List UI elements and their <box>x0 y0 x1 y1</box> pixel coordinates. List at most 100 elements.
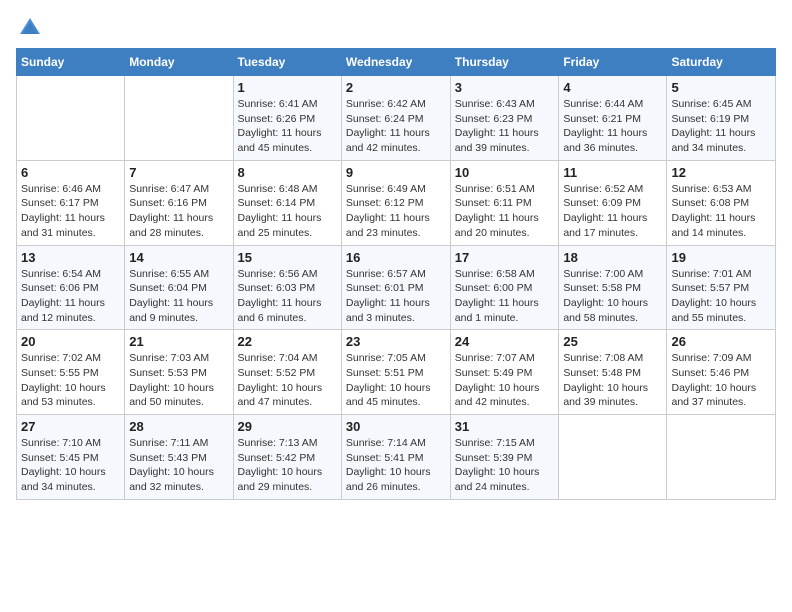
day-info: Sunrise: 6:42 AM Sunset: 6:24 PM Dayligh… <box>346 97 446 156</box>
calendar-cell: 31 Sunrise: 7:15 AM Sunset: 5:39 PM Dayli… <box>450 415 559 500</box>
day-info: Sunrise: 7:11 AM Sunset: 5:43 PM Dayligh… <box>129 436 228 495</box>
day-number: 26 <box>671 334 771 349</box>
day-number: 6 <box>21 165 120 180</box>
day-number: 24 <box>455 334 555 349</box>
day-info: Sunrise: 6:47 AM Sunset: 6:16 PM Dayligh… <box>129 182 228 241</box>
calendar-day-header: Saturday <box>667 49 776 76</box>
day-number: 11 <box>563 165 662 180</box>
day-number: 20 <box>21 334 120 349</box>
day-info: Sunrise: 6:54 AM Sunset: 6:06 PM Dayligh… <box>21 267 120 326</box>
day-info: Sunrise: 7:04 AM Sunset: 5:52 PM Dayligh… <box>238 351 337 410</box>
day-info: Sunrise: 7:05 AM Sunset: 5:51 PM Dayligh… <box>346 351 446 410</box>
calendar-cell <box>559 415 667 500</box>
calendar-cell: 29Sunrise: 7:13 AM Sunset: 5:42 PM Dayli… <box>233 415 341 500</box>
calendar-cell: 16 Sunrise: 6:57 AM Sunset: 6:01 PM Dayli… <box>341 245 450 330</box>
calendar-week-row: 6 Sunrise: 6:46 AM Sunset: 6:17 PM Daylig… <box>17 160 776 245</box>
day-number: 4 <box>563 80 662 95</box>
calendar-day-header: Sunday <box>17 49 125 76</box>
calendar-cell: 17Sunrise: 6:58 AM Sunset: 6:00 PM Dayli… <box>450 245 559 330</box>
calendar-cell: 19 Sunrise: 7:01 AM Sunset: 5:57 PM Dayli… <box>667 245 776 330</box>
day-number: 21 <box>129 334 228 349</box>
day-info: Sunrise: 7:08 AM Sunset: 5:48 PM Dayligh… <box>563 351 662 410</box>
calendar-day-header: Tuesday <box>233 49 341 76</box>
calendar-week-row: 27 Sunrise: 7:10 AM Sunset: 5:45 PM Dayli… <box>17 415 776 500</box>
calendar-cell: 6 Sunrise: 6:46 AM Sunset: 6:17 PM Daylig… <box>17 160 125 245</box>
day-number: 27 <box>21 419 120 434</box>
calendar-cell: 13 Sunrise: 6:54 AM Sunset: 6:06 PM Dayli… <box>17 245 125 330</box>
calendar-day-header: Thursday <box>450 49 559 76</box>
day-number: 1 <box>238 80 337 95</box>
day-info: Sunrise: 7:02 AM Sunset: 5:55 PM Dayligh… <box>21 351 120 410</box>
day-number: 22 <box>238 334 337 349</box>
day-info: Sunrise: 6:57 AM Sunset: 6:01 PM Dayligh… <box>346 267 446 326</box>
calendar-cell: 22 Sunrise: 7:04 AM Sunset: 5:52 PM Dayli… <box>233 330 341 415</box>
calendar-cell: 25 Sunrise: 7:08 AM Sunset: 5:48 PM Dayli… <box>559 330 667 415</box>
day-number: 5 <box>671 80 771 95</box>
day-info: Sunrise: 6:55 AM Sunset: 6:04 PM Dayligh… <box>129 267 228 326</box>
day-number: 7 <box>129 165 228 180</box>
calendar-cell: 14 Sunrise: 6:55 AM Sunset: 6:04 PM Dayli… <box>125 245 233 330</box>
day-number: 9 <box>346 165 446 180</box>
day-info: Sunrise: 6:56 AM Sunset: 6:03 PM Dayligh… <box>238 267 337 326</box>
calendar-cell: 23 Sunrise: 7:05 AM Sunset: 5:51 PM Dayli… <box>341 330 450 415</box>
calendar-day-header: Wednesday <box>341 49 450 76</box>
day-number: 25 <box>563 334 662 349</box>
day-info: Sunrise: 6:49 AM Sunset: 6:12 PM Dayligh… <box>346 182 446 241</box>
day-number: 28 <box>129 419 228 434</box>
calendar-cell: 8 Sunrise: 6:48 AM Sunset: 6:14 PM Daylig… <box>233 160 341 245</box>
day-number: 18 <box>563 250 662 265</box>
day-number: 17 <box>455 250 555 265</box>
day-info: Sunrise: 7:01 AM Sunset: 5:57 PM Dayligh… <box>671 267 771 326</box>
calendar-cell: 4Sunrise: 6:44 AM Sunset: 6:21 PM Daylig… <box>559 76 667 161</box>
day-number: 2 <box>346 80 446 95</box>
calendar-week-row: 13 Sunrise: 6:54 AM Sunset: 6:06 PM Dayli… <box>17 245 776 330</box>
day-number: 8 <box>238 165 337 180</box>
day-info: Sunrise: 6:53 AM Sunset: 6:08 PM Dayligh… <box>671 182 771 241</box>
calendar-cell: 15Sunrise: 6:56 AM Sunset: 6:03 PM Dayli… <box>233 245 341 330</box>
day-info: Sunrise: 6:45 AM Sunset: 6:19 PM Dayligh… <box>671 97 771 156</box>
day-number: 14 <box>129 250 228 265</box>
day-number: 23 <box>346 334 446 349</box>
day-number: 31 <box>455 419 555 434</box>
calendar-header-row: SundayMondayTuesdayWednesdayThursdayFrid… <box>17 49 776 76</box>
calendar-day-header: Monday <box>125 49 233 76</box>
calendar-table: SundayMondayTuesdayWednesdayThursdayFrid… <box>16 48 776 500</box>
calendar-cell: 20 Sunrise: 7:02 AM Sunset: 5:55 PM Dayli… <box>17 330 125 415</box>
day-info: Sunrise: 7:10 AM Sunset: 5:45 PM Dayligh… <box>21 436 120 495</box>
calendar-cell: 10Sunrise: 6:51 AM Sunset: 6:11 PM Dayli… <box>450 160 559 245</box>
day-number: 3 <box>455 80 555 95</box>
calendar-cell: 18 Sunrise: 7:00 AM Sunset: 5:58 PM Dayli… <box>559 245 667 330</box>
day-info: Sunrise: 6:43 AM Sunset: 6:23 PM Dayligh… <box>455 97 555 156</box>
day-info: Sunrise: 7:03 AM Sunset: 5:53 PM Dayligh… <box>129 351 228 410</box>
logo <box>16 16 42 40</box>
calendar-cell <box>667 415 776 500</box>
day-info: Sunrise: 7:07 AM Sunset: 5:49 PM Dayligh… <box>455 351 555 410</box>
day-info: Sunrise: 6:51 AM Sunset: 6:11 PM Dayligh… <box>455 182 555 241</box>
day-info: Sunrise: 7:09 AM Sunset: 5:46 PM Dayligh… <box>671 351 771 410</box>
calendar-cell: 24 Sunrise: 7:07 AM Sunset: 5:49 PM Dayli… <box>450 330 559 415</box>
day-info: Sunrise: 7:15 AM Sunset: 5:39 PM Dayligh… <box>455 436 555 495</box>
calendar-cell: 26 Sunrise: 7:09 AM Sunset: 5:46 PM Dayli… <box>667 330 776 415</box>
day-info: Sunrise: 6:52 AM Sunset: 6:09 PM Dayligh… <box>563 182 662 241</box>
day-info: Sunrise: 6:46 AM Sunset: 6:17 PM Dayligh… <box>21 182 120 241</box>
calendar-cell: 3 Sunrise: 6:43 AM Sunset: 6:23 PM Daylig… <box>450 76 559 161</box>
day-number: 16 <box>346 250 446 265</box>
calendar-cell: 28 Sunrise: 7:11 AM Sunset: 5:43 PM Dayli… <box>125 415 233 500</box>
calendar-cell: 21 Sunrise: 7:03 AM Sunset: 5:53 PM Dayli… <box>125 330 233 415</box>
calendar-cell: 5 Sunrise: 6:45 AM Sunset: 6:19 PM Daylig… <box>667 76 776 161</box>
day-number: 19 <box>671 250 771 265</box>
calendar-week-row: 1 Sunrise: 6:41 AM Sunset: 6:26 PM Daylig… <box>17 76 776 161</box>
day-number: 13 <box>21 250 120 265</box>
day-info: Sunrise: 7:14 AM Sunset: 5:41 PM Dayligh… <box>346 436 446 495</box>
calendar-cell <box>125 76 233 161</box>
calendar-cell: 7 Sunrise: 6:47 AM Sunset: 6:16 PM Daylig… <box>125 160 233 245</box>
calendar-cell: 9 Sunrise: 6:49 AM Sunset: 6:12 PM Daylig… <box>341 160 450 245</box>
page-header <box>16 16 776 40</box>
day-info: Sunrise: 6:48 AM Sunset: 6:14 PM Dayligh… <box>238 182 337 241</box>
logo-icon <box>18 16 42 40</box>
calendar-cell: 12 Sunrise: 6:53 AM Sunset: 6:08 PM Dayli… <box>667 160 776 245</box>
calendar-cell: 2 Sunrise: 6:42 AM Sunset: 6:24 PM Daylig… <box>341 76 450 161</box>
day-info: Sunrise: 7:00 AM Sunset: 5:58 PM Dayligh… <box>563 267 662 326</box>
day-info: Sunrise: 6:41 AM Sunset: 6:26 PM Dayligh… <box>238 97 337 156</box>
day-number: 12 <box>671 165 771 180</box>
